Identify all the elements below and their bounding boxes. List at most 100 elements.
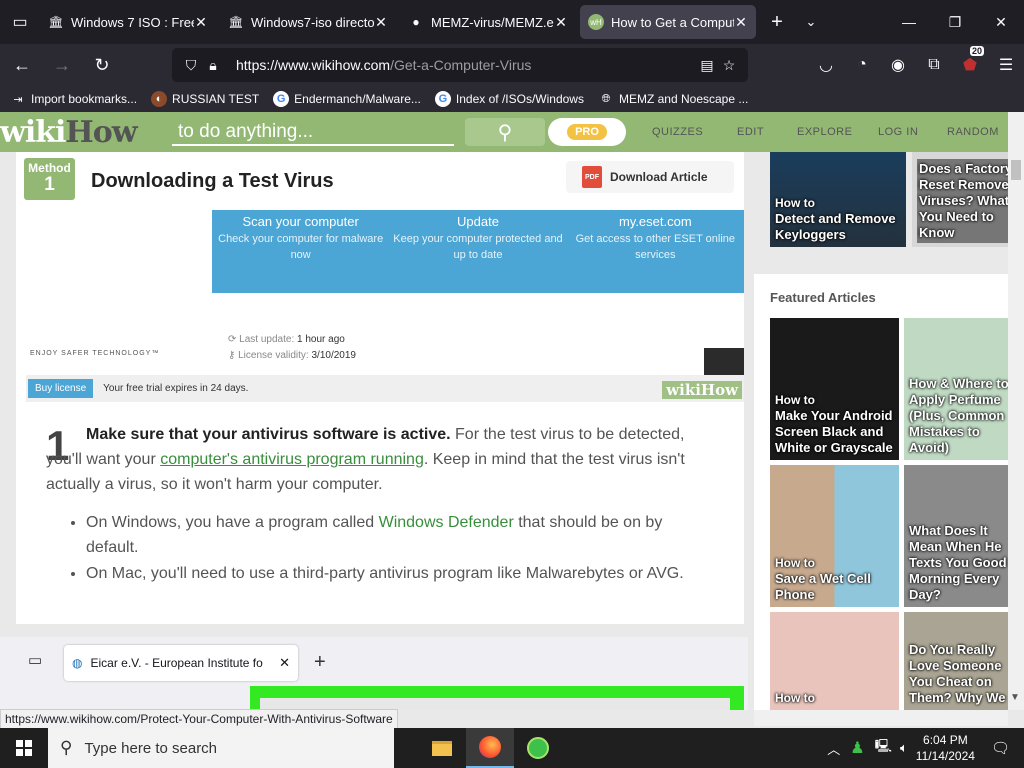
download-article-button[interactable]: PDF Download Article (566, 161, 734, 193)
network-icon[interactable]: 🖳︎ (875, 737, 892, 759)
card-cheat[interactable]: Do You Really Love Someone You Cheat on … (904, 612, 1008, 710)
minimize-button[interactable]: — (886, 0, 932, 44)
google-icon: G (273, 91, 290, 107)
bookmark-index-isos[interactable]: G Index of /ISOs/Windows (434, 91, 584, 107)
shield-icon[interactable]: ⛉ (180, 57, 202, 74)
horizontal-scrollbar[interactable] (754, 710, 1008, 726)
close-tab-icon[interactable]: ✕ (554, 14, 568, 31)
start-button[interactable] (0, 728, 48, 768)
eset-update-info: ⟳ Last update: 1 hour ago ⚷ License vali… (228, 334, 356, 361)
search-button[interactable]: ⚲ (465, 118, 545, 146)
browser-app-icon[interactable] (514, 728, 562, 768)
taskbar-search[interactable]: ⚲ Type here to search (48, 728, 394, 768)
chevron-down-icon[interactable]: ⌄ (794, 14, 828, 30)
account-icon[interactable]: ◉ (880, 55, 916, 75)
article-image-eset: Scan your computer Check your computer fo… (16, 210, 744, 402)
card-keyloggers[interactable]: How to Detect and Remove Keyloggers (770, 152, 906, 247)
related-articles: How to Detect and Remove Keyloggers Does … (754, 152, 1008, 250)
bookmark-endermanch[interactable]: G Endermanch/Malware... (273, 91, 421, 107)
close-tab-icon[interactable]: ✕ (734, 14, 748, 31)
tab-windows7-iso[interactable]: 🏛 Windows 7 ISO : Free D ✕ (40, 5, 216, 39)
archive-icon: 🏛 (48, 15, 64, 29)
link-status-url: https://www.wikihow.com/Protect-Your-Com… (0, 709, 398, 729)
step-text: Make sure that your antivirus software i… (46, 426, 685, 493)
extensions-icon[interactable]: ⧉ (916, 56, 952, 74)
close-tab-icon[interactable]: ✕ (374, 14, 388, 31)
bookmark-import[interactable]: ⇥ Import bookmarks... (10, 91, 137, 107)
ublock-icon[interactable]: ⬟ 20 (952, 46, 988, 75)
antivirus-link[interactable]: computer's antivirus program running (160, 451, 424, 468)
reload-button[interactable]: ↻ (84, 49, 120, 81)
url-text[interactable]: https://www.wikihow.com/Get-a-Computer-V… (236, 57, 696, 73)
volume-icon[interactable]: 🔈︎ (900, 740, 908, 756)
tab-windows7-iso-directory[interactable]: 🏛 Windows7-iso director ✕ (220, 5, 396, 39)
user-icon[interactable]: ♟ (850, 738, 864, 758)
nested-browser-window: ▭ ◍ Eicar e.V. - European Institute fo ✕… (0, 637, 748, 710)
scrollbar-thumb[interactable] (1011, 160, 1021, 180)
bullet-mac: On Mac, you'll need to use a third-party… (86, 561, 706, 586)
close-tab-icon[interactable]: ✕ (279, 655, 290, 671)
tab-memz-github[interactable]: ● MEMZ-virus/MEMZ.ex ✕ (400, 5, 576, 39)
page-viewport: wikiHow to do anything... ⚲ PRO QUIZZES … (0, 112, 1008, 710)
wikihow-watermark: wikiHow (662, 381, 742, 399)
wikihow-header: wikiHow to do anything... ⚲ PRO QUIZZES … (0, 112, 1008, 152)
card-android-grayscale[interactable]: How to Make Your Android Screen Black and… (770, 318, 899, 460)
system-tray: ︿ ♟ 🖳︎ 🔈︎ 6:04 PM 11/14/2024 🗨︎ (827, 728, 1024, 768)
card-how-to-3[interactable]: How to (770, 612, 899, 710)
ublock-badge: 20 (970, 46, 985, 56)
tab-eicar[interactable]: ◍ Eicar e.V. - European Institute fo ✕ (64, 645, 298, 681)
globe-icon: 🌐︎ (601, 92, 611, 105)
eset-panel: Scan your computer Check your computer fo… (212, 210, 744, 293)
lock-icon[interactable]: 🔒︎ (202, 57, 224, 74)
back-button[interactable]: ← (4, 49, 40, 81)
nav-login[interactable]: LOG IN (878, 126, 918, 138)
article-body: Method 1 Downloading a Test Virus PDF Do… (16, 152, 744, 624)
card-perfume[interactable]: How & Where to Apply Perfume (Plus, Comm… (904, 318, 1008, 460)
eset-scan: Scan your computer Check your computer fo… (218, 214, 384, 261)
card-factory-reset[interactable]: Does a Factory Reset Remove Viruses? Wha… (912, 152, 1008, 247)
image-overlay-block (704, 348, 744, 378)
bookmark-star-icon[interactable]: ☆ (718, 57, 740, 74)
featured-title: Featured Articles (770, 290, 876, 305)
new-tab-button[interactable]: + (314, 651, 326, 674)
import-icon: ⇥ (13, 93, 23, 106)
menu-icon[interactable]: ☰ (988, 55, 1024, 75)
chevron-up-icon[interactable]: ︿ (827, 739, 840, 758)
close-window-button[interactable]: ✕ (978, 0, 1024, 44)
method-title: Downloading a Test Virus (91, 170, 334, 192)
pro-button[interactable]: PRO (548, 118, 626, 146)
firefox-icon[interactable] (466, 728, 514, 768)
address-bar[interactable]: ⛉ 🔒︎ https://www.wikihow.com/Get-a-Compu… (172, 48, 748, 82)
pdf-icon: PDF (582, 166, 602, 188)
wikihow-logo[interactable]: wikiHow (0, 115, 138, 150)
nav-edit[interactable]: EDIT (737, 126, 764, 138)
archive-icon: 🏛 (228, 15, 244, 29)
notifications-icon[interactable]: 🗨︎ (991, 739, 1010, 757)
windows-icon (16, 740, 32, 756)
search-input[interactable]: to do anything... (172, 120, 454, 146)
nav-random[interactable]: RANDOM (947, 126, 999, 138)
new-tab-button[interactable]: + (760, 11, 794, 34)
file-explorer-icon[interactable] (418, 728, 466, 768)
clock[interactable]: 6:04 PM 11/14/2024 (916, 732, 975, 764)
bookmark-memz[interactable]: 🌐︎ MEMZ and Noescape ... (598, 91, 749, 107)
pocket-icon[interactable]: ◡ (808, 55, 844, 75)
vertical-scrollbar[interactable]: ▼ (1008, 112, 1024, 710)
bookmark-russian-test[interactable]: ◐ RUSSIAN TEST (151, 91, 259, 107)
eset-tagline: ENJOY SAFER TECHNOLOGY™ (30, 350, 160, 357)
tab-wikihow[interactable]: wH How to Get a Compute ✕ (580, 5, 756, 39)
reader-view-icon[interactable]: ▤ (696, 57, 718, 74)
forward-button[interactable]: → (44, 49, 80, 81)
nav-quizzes[interactable]: QUIZZES (652, 126, 703, 138)
windows-defender-link[interactable]: Windows Defender (379, 514, 514, 531)
restore-button[interactable]: ❐ (932, 0, 978, 44)
close-tab-icon[interactable]: ✕ (194, 14, 208, 31)
card-wet-cell-phone[interactable]: How to Save a Wet Cell Phone (770, 465, 899, 607)
extension-timer-icon[interactable]: ◔ (844, 56, 880, 74)
tab-bar: ▭ 🏛 Windows 7 ISO : Free D ✕ 🏛 Windows7-… (0, 0, 1024, 44)
card-good-morning-texts[interactable]: What Does It Mean When He Texts You Good… (904, 465, 1008, 607)
list-all-tabs-icon[interactable]: ▭ (28, 651, 42, 669)
list-all-tabs-icon[interactable]: ▭ (0, 0, 40, 44)
scroll-down-icon[interactable]: ▼ (1010, 692, 1020, 703)
nav-explore[interactable]: EXPLORE (797, 126, 852, 138)
